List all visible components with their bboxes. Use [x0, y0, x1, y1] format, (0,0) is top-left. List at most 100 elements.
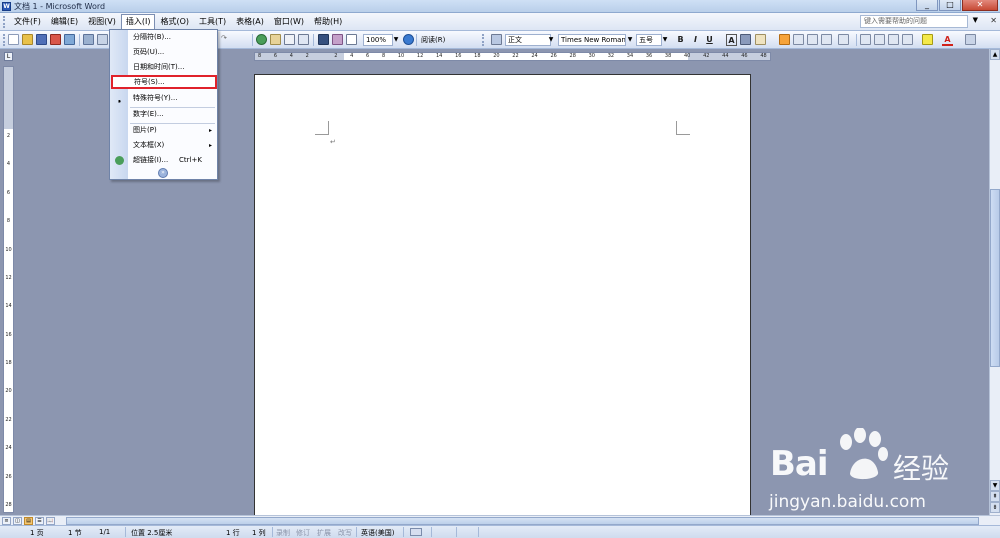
menu-item-textbox-label: 文本框(X) [133, 141, 165, 149]
menu-item-picture[interactable]: 图片(P) ▸ [110, 123, 217, 138]
styles-formatting-icon[interactable] [491, 34, 502, 45]
menu-item-page-numbers[interactable]: 页码(U)... [110, 45, 217, 60]
ruler-tick: 4 [350, 53, 354, 59]
tab-selector[interactable]: L [4, 52, 13, 61]
web-view-icon[interactable]: ◫ [13, 517, 22, 525]
print-view-icon[interactable]: ▤ [24, 517, 33, 525]
ruler-tick: 46 [741, 53, 748, 59]
close-document-icon[interactable]: ✕ [990, 16, 997, 25]
menu-item-number[interactable]: 数字(E)... [110, 107, 217, 122]
drawing-icon[interactable] [332, 34, 343, 45]
menu-item-break[interactable]: 分隔符(B)... [110, 30, 217, 45]
style-dropdown-icon[interactable]: ▼ [547, 34, 555, 46]
italic-button[interactable]: I [690, 34, 701, 46]
zoom-dropdown-icon[interactable]: ▼ [392, 34, 400, 46]
bold-button[interactable]: B [675, 34, 686, 46]
new-document-icon[interactable] [8, 34, 19, 45]
menu-tools[interactable]: 工具(T) [194, 14, 231, 29]
ruler-tick: 8 [381, 53, 386, 59]
font-color-button[interactable]: A [942, 34, 953, 46]
ruler-tick: 2 [334, 53, 338, 59]
align-right-icon[interactable] [807, 34, 818, 45]
status-extend[interactable]: 扩展 [317, 528, 331, 538]
print-icon[interactable] [83, 34, 94, 45]
columns-icon[interactable] [318, 34, 329, 45]
toolbar-grip[interactable] [3, 34, 6, 46]
menu-item-date-time-label: 日期和时间(T)... [133, 63, 185, 71]
vertical-scroll-thumb[interactable] [990, 189, 1000, 367]
status-language[interactable]: 英语(美国) [361, 528, 394, 538]
font-size-select[interactable]: 五号 [636, 34, 662, 46]
normal-view-icon[interactable]: ≡ [2, 517, 11, 525]
line-spacing-icon[interactable] [838, 34, 849, 45]
menu-format[interactable]: 格式(O) [155, 14, 194, 29]
ruler-tick: 16 [455, 53, 462, 59]
maximize-button[interactable]: □ [939, 0, 961, 11]
ruler-tick: 6 [273, 53, 278, 59]
read-mode-button[interactable]: 阅读(R) [421, 34, 445, 46]
size-dropdown-icon[interactable]: ▼ [661, 34, 669, 46]
menu-table[interactable]: 表格(A) [231, 14, 269, 29]
document-map-icon[interactable] [346, 34, 357, 45]
asian-layout-icon[interactable] [755, 34, 766, 45]
toolbar-options-icon[interactable] [965, 34, 976, 45]
outline-view-icon[interactable]: ☰ [35, 517, 44, 525]
open-folder-icon[interactable] [22, 34, 33, 45]
jingyan-brand-text: 经验 [893, 452, 950, 485]
hyperlink-icon[interactable] [256, 34, 267, 45]
email-icon[interactable] [64, 34, 75, 45]
vertical-ruler[interactable]: 2 4 6 8 10 12 14 16 18 20 22 24 26 28 [3, 66, 14, 513]
menu-item-special-symbol[interactable]: ❟ 特殊符号(Y)... [110, 91, 217, 106]
character-border-button[interactable]: A [726, 34, 737, 46]
status-record[interactable]: 录制 [276, 528, 290, 538]
expand-menu-icon[interactable]: » [158, 168, 168, 178]
reading-view-icon[interactable]: 📖 [46, 517, 55, 525]
spelling-check-icon[interactable] [410, 528, 422, 536]
help-dropdown-icon[interactable]: ▼ [973, 16, 978, 24]
insert-table-icon[interactable] [284, 34, 295, 45]
highlight-icon[interactable] [922, 34, 933, 45]
zoom-select[interactable]: 100% [363, 34, 393, 46]
save-icon[interactable] [36, 34, 47, 45]
menu-insert[interactable]: 插入(I) [120, 13, 156, 30]
menu-item-textbox[interactable]: 文本框(X) ▸ [110, 138, 217, 153]
character-shading-icon[interactable] [740, 34, 751, 45]
menu-item-symbol[interactable]: 符号(S)... [111, 75, 217, 89]
print-preview-icon[interactable] [97, 34, 108, 45]
help-search-input[interactable]: 键入需要帮助的问题 [860, 15, 968, 28]
menu-view[interactable]: 视图(V) [83, 14, 121, 29]
numbering-icon[interactable] [860, 34, 871, 45]
help-icon[interactable] [403, 34, 414, 45]
font-select[interactable]: Times New Roman [558, 34, 626, 46]
increase-indent-icon[interactable] [902, 34, 913, 45]
redo-icon[interactable]: ↷ [221, 34, 227, 46]
permission-icon[interactable] [50, 34, 61, 45]
decrease-indent-icon[interactable] [888, 34, 899, 45]
justify-icon[interactable] [821, 34, 832, 45]
insert-excel-icon[interactable] [298, 34, 309, 45]
tables-borders-icon[interactable] [270, 34, 281, 45]
minimize-button[interactable]: _ [916, 0, 938, 11]
close-button[interactable]: ✕ [962, 0, 998, 11]
status-track[interactable]: 修订 [296, 528, 310, 538]
style-select[interactable]: 正文 [505, 34, 551, 46]
menu-item-hyperlink[interactable]: 超链接(I)... Ctrl+K [110, 153, 217, 168]
ruler-tick: 36 [645, 53, 653, 59]
menu-item-date-time[interactable]: 日期和时间(T)... [110, 60, 217, 75]
menu-help[interactable]: 帮助(H) [309, 14, 347, 29]
baidu-paw-logo [840, 428, 888, 480]
status-overtype[interactable]: 改写 [338, 528, 352, 538]
align-left-icon[interactable] [779, 34, 790, 45]
bullets-icon[interactable] [874, 34, 885, 45]
document-page[interactable]: ↵ [254, 74, 751, 515]
font-dropdown-icon[interactable]: ▼ [626, 34, 634, 46]
formatting-grip[interactable] [482, 34, 485, 46]
menu-file[interactable]: 文件(F) [9, 14, 46, 29]
menubar-grip[interactable] [3, 15, 6, 28]
status-line: 1 行 [226, 529, 240, 537]
menu-window[interactable]: 窗口(W) [269, 14, 309, 29]
align-center-icon[interactable] [793, 34, 804, 45]
scroll-up-icon[interactable]: ▲ [990, 49, 1000, 60]
menu-edit[interactable]: 编辑(E) [46, 14, 83, 29]
underline-button[interactable]: U [704, 34, 715, 46]
